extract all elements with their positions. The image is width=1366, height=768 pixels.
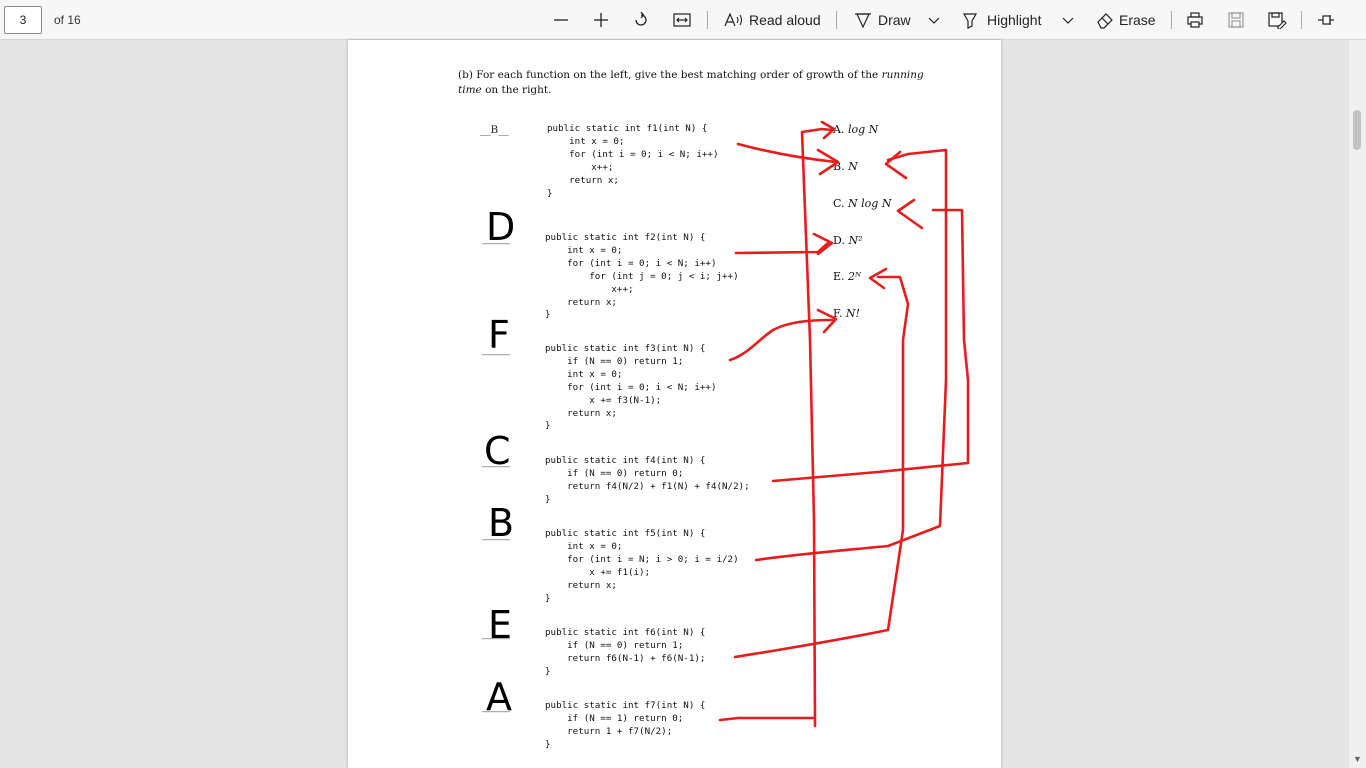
chevron-down-icon	[926, 12, 942, 28]
pdf-page: (b) For each function on the left, give …	[348, 40, 1001, 768]
plus-icon	[592, 11, 610, 29]
read-aloud-label: Read aloud	[749, 12, 821, 28]
draw-pen-icon	[854, 11, 872, 29]
save-button[interactable]	[1227, 8, 1245, 32]
zoom-out-button[interactable]	[552, 8, 570, 32]
toolbar-divider	[1171, 11, 1172, 29]
erase-button[interactable]: Erase	[1096, 8, 1156, 32]
pdf-toolbar: of 16 Read aloud Draw Highlight Erase	[0, 0, 1366, 40]
save-as-button[interactable]	[1267, 8, 1287, 32]
ink-line-f5-to-b	[754, 148, 948, 562]
save-as-icon	[1267, 11, 1287, 29]
vertical-scrollbar[interactable]: ▼	[1349, 40, 1366, 768]
highlight-button[interactable]: Highlight	[961, 8, 1041, 32]
toolbar-divider	[1301, 11, 1302, 29]
ink-line-f7-to-a	[718, 127, 834, 728]
read-aloud-button[interactable]: Read aloud	[723, 8, 821, 32]
ink-arrow-f2-to-d	[734, 241, 830, 255]
ink-line-f4-to-c	[771, 208, 970, 483]
red-pen-strokes	[718, 120, 970, 728]
ink-arrowhead-c	[896, 198, 924, 230]
highlight-options-dropdown[interactable]	[1060, 8, 1076, 32]
draw-options-dropdown[interactable]	[926, 8, 942, 32]
fit-width-button[interactable]	[672, 8, 692, 32]
chevron-down-icon	[1060, 12, 1076, 28]
pin-toolbar-button[interactable]	[1316, 8, 1336, 32]
rotate-button[interactable]	[632, 8, 650, 32]
draw-button[interactable]: Draw	[854, 8, 911, 32]
scrollbar-thumb[interactable]	[1353, 110, 1361, 150]
page-number-input[interactable]	[4, 6, 42, 34]
toolbar-divider	[707, 11, 708, 29]
save-disk-icon	[1227, 11, 1245, 29]
draw-label: Draw	[878, 12, 911, 28]
printer-icon	[1186, 11, 1204, 29]
toolbar-divider	[836, 11, 837, 29]
highlight-label: Highlight	[987, 12, 1042, 28]
rotate-icon	[632, 11, 650, 29]
ink-annotations	[718, 120, 970, 728]
highlighter-icon	[961, 11, 979, 29]
erase-label: Erase	[1119, 12, 1156, 28]
fit-page-icon	[672, 11, 692, 29]
print-button[interactable]	[1186, 8, 1204, 32]
pin-icon	[1316, 11, 1336, 29]
eraser-icon	[1096, 11, 1114, 29]
ink-arrowhead-e	[868, 267, 888, 290]
zoom-in-button[interactable]	[592, 8, 610, 32]
ink-line-f6-to-e	[733, 275, 910, 659]
read-aloud-icon	[723, 11, 745, 29]
ink-arrow-f3-to-f	[728, 318, 834, 362]
minus-icon	[552, 11, 570, 29]
page-count-label: of 16	[54, 13, 81, 27]
scroll-down-arrow-icon[interactable]: ▼	[1353, 754, 1362, 764]
